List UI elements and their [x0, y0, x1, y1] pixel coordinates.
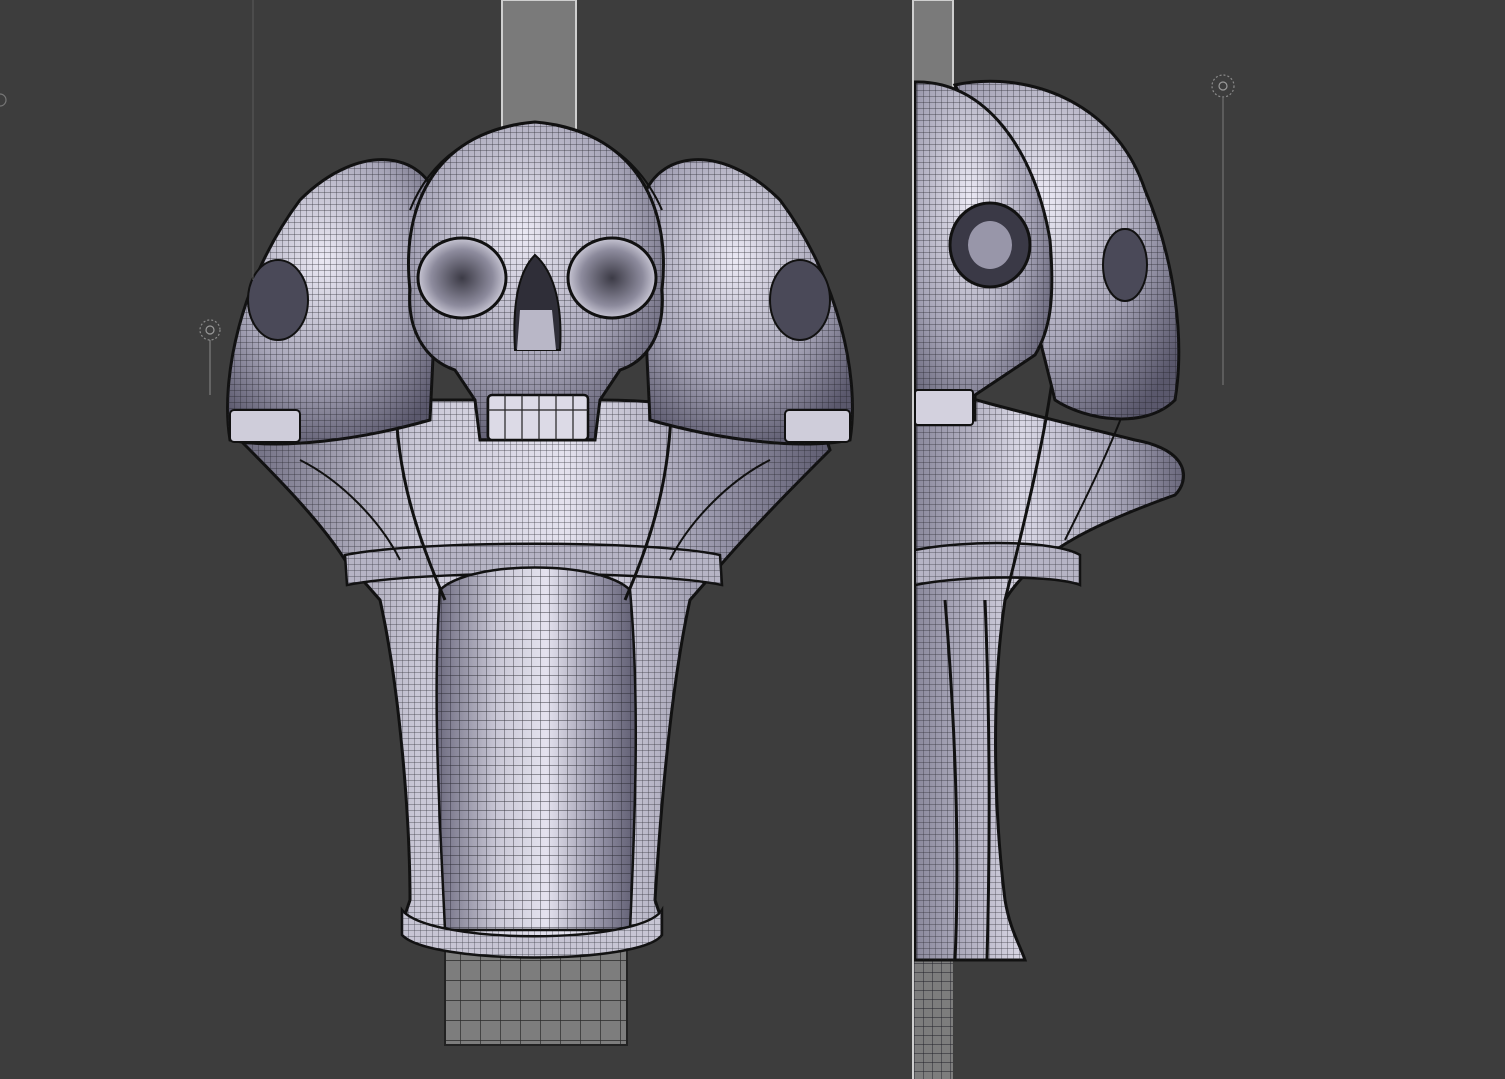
eye-socket-left: [416, 236, 508, 320]
skull-right: [638, 158, 854, 446]
side-viewport[interactable]: [905, 0, 1505, 1079]
front-viewport[interactable]: [0, 0, 905, 1079]
handle-body: [237, 379, 832, 959]
skull-left: [226, 158, 442, 446]
side-empty-axis-icon[interactable]: [1211, 74, 1235, 385]
offscreen-marker: [0, 93, 7, 107]
skull-center: [407, 120, 665, 442]
front-view-canvas[interactable]: [0, 0, 905, 1079]
side-view-canvas[interactable]: [905, 0, 1505, 1079]
blender-viewport-split: [0, 0, 1505, 1079]
empty-axis-icon[interactable]: [199, 319, 221, 395]
shaft-rod-top: [501, 0, 577, 131]
side-shaft-rod-bottom: [913, 960, 953, 1079]
eye-socket-right: [566, 236, 658, 320]
side-handle-body: [913, 359, 1185, 962]
